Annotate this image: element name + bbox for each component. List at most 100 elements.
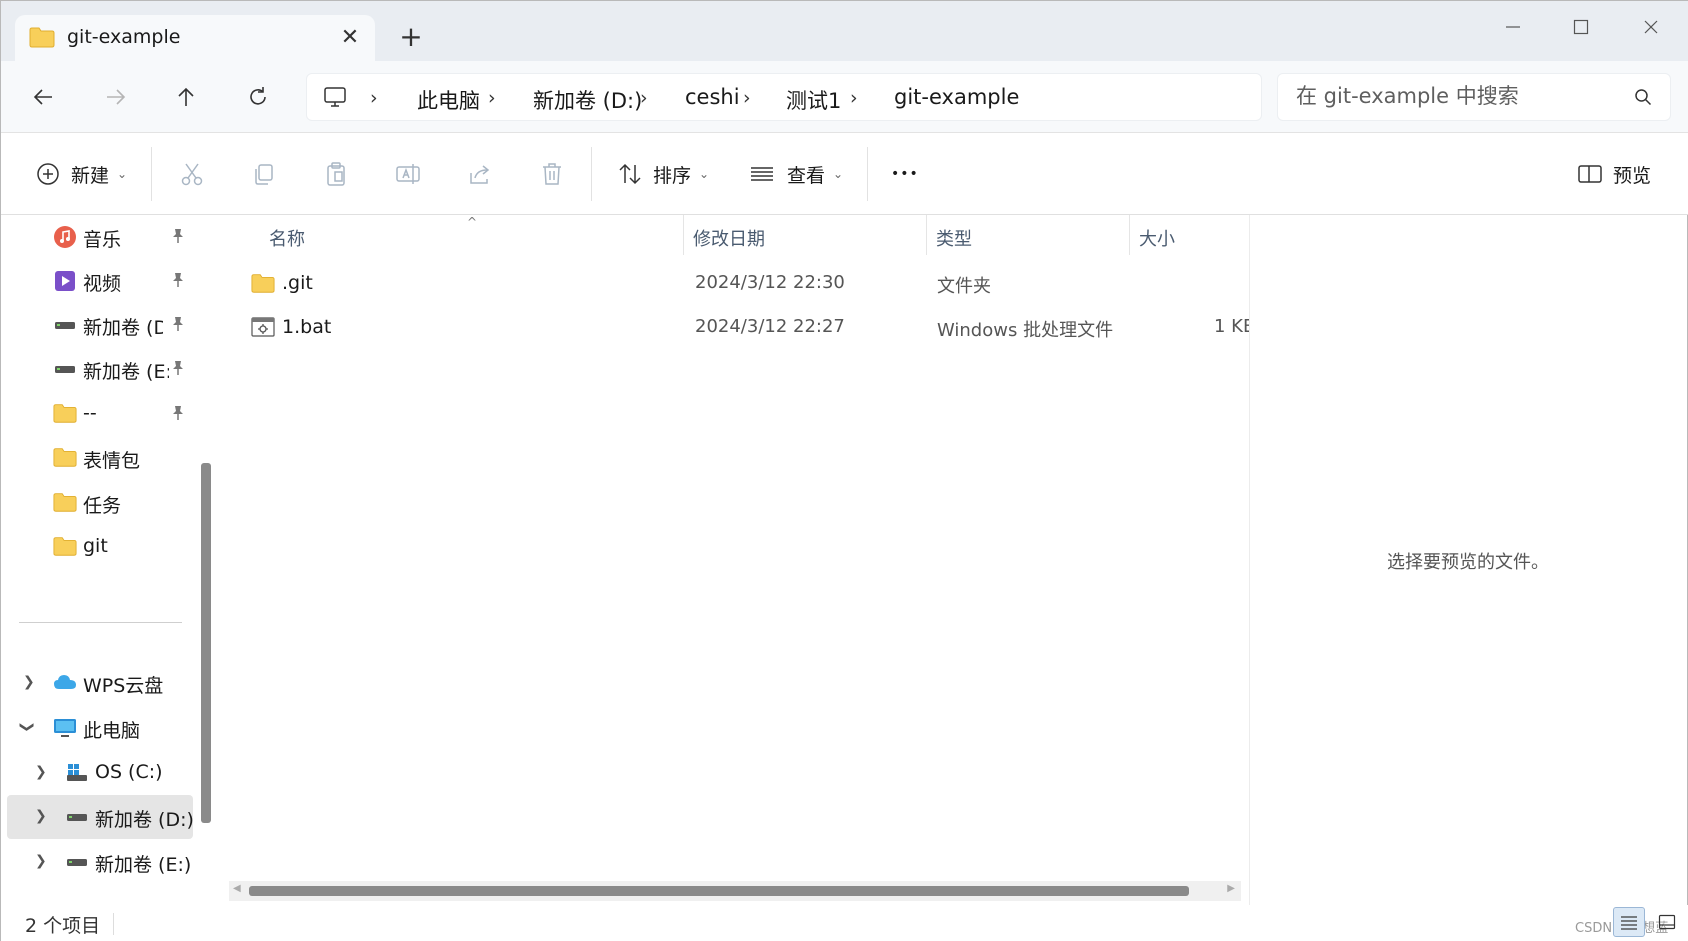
minimize-button[interactable] — [1483, 9, 1543, 45]
chevron-down-icon[interactable]: ❯ — [19, 721, 35, 733]
scrollbar-thumb[interactable] — [249, 886, 1189, 896]
folder-icon — [53, 535, 77, 559]
horizontal-scrollbar[interactable]: ◀ ▶ — [229, 881, 1241, 901]
sidebar-item-dashes[interactable]: -- — [1, 392, 201, 436]
cut-button[interactable] — [175, 153, 209, 195]
sidebar-item-label: 任务 — [83, 495, 122, 517]
chevron-right-icon[interactable]: › — [370, 87, 378, 109]
folder-icon — [29, 26, 55, 53]
trash-icon — [535, 157, 569, 191]
sidebar-item-drive-e-tree[interactable]: ❯ 新加卷 (E:) — [1, 840, 201, 884]
status-divider — [113, 913, 114, 935]
close-window-button[interactable] — [1621, 9, 1681, 45]
file-row[interactable]: 1.bat 2024/3/12 22:27 Windows 批处理文件 1 KB — [221, 305, 1249, 349]
maximize-button[interactable] — [1551, 9, 1611, 45]
sidebar-item-label: 表情包 — [83, 450, 141, 472]
search-icon[interactable] — [1634, 88, 1652, 111]
sidebar-item-wps-cloud[interactable]: ❯ WPS云盘 — [1, 661, 201, 705]
sidebar-item-git[interactable]: git — [1, 525, 201, 569]
search-box[interactable] — [1277, 73, 1671, 121]
breadcrumb-git-example[interactable]: git-example — [894, 85, 1019, 109]
chevron-down-icon: ⌄ — [833, 167, 844, 181]
share-button[interactable] — [463, 153, 497, 195]
preview-pane: 选择要预览的文件。 — [1250, 215, 1687, 905]
column-header-name[interactable]: 名称 — [269, 225, 305, 251]
drive-icon — [65, 850, 89, 874]
chevron-right-icon[interactable]: ❯ — [35, 764, 47, 780]
refresh-button[interactable] — [238, 77, 278, 117]
chevron-right-icon[interactable]: ❯ — [23, 674, 35, 690]
sidebar-item-os-c[interactable]: ❯ OS (C:) — [1, 751, 201, 795]
sidebar-item-tasks[interactable]: 任务 — [1, 481, 201, 525]
folder-icon — [53, 491, 77, 515]
chevron-right-icon[interactable]: › — [488, 87, 496, 109]
scroll-left-icon[interactable]: ◀ — [233, 883, 241, 894]
column-header-date[interactable]: 修改日期 — [693, 225, 765, 251]
sort-ascending-icon: ^ — [467, 215, 478, 229]
share-icon — [463, 157, 497, 191]
sidebar-item-drive-d-tree[interactable]: ❯ 新加卷 (D:) — [7, 795, 194, 839]
breadcrumb-this-pc[interactable]: 此电脑 — [417, 85, 480, 115]
sidebar-item-drive-d[interactable]: 新加卷 (D:) — [1, 303, 201, 347]
pin-icon — [171, 227, 185, 249]
back-button[interactable] — [23, 77, 63, 117]
close-tab-icon[interactable]: ✕ — [335, 23, 365, 53]
tiles-view-button[interactable] — [1651, 907, 1683, 937]
view-button[interactable]: 查看 ⌄ — [745, 153, 843, 195]
column-header-size[interactable]: 大小 — [1139, 225, 1175, 251]
breadcrumb[interactable]: › 此电脑 › 新加卷 (D:) › ceshi › 测试1 › git-exa… — [306, 73, 1262, 121]
chevron-right-icon[interactable]: › — [640, 87, 648, 109]
arrow-up-icon — [178, 87, 194, 106]
file-size: 1 KB — [1214, 316, 1249, 337]
sidebar-item-music[interactable]: 音乐 — [1, 215, 201, 259]
monitor-icon[interactable] — [323, 85, 347, 114]
new-button[interactable]: 新建 ⌄ — [31, 153, 127, 195]
chevron-right-icon[interactable]: ❯ — [35, 808, 47, 824]
sidebar-item-this-pc[interactable]: ❯ 此电脑 — [1, 706, 201, 750]
sidebar-item-video[interactable]: 视频 — [1, 259, 201, 303]
chevron-right-icon[interactable]: › — [850, 87, 858, 109]
breadcrumb-ceshi[interactable]: ceshi — [685, 85, 740, 109]
file-type: Windows 批处理文件 — [937, 320, 1114, 341]
column-divider[interactable] — [683, 215, 684, 255]
minimize-icon — [1506, 26, 1520, 28]
up-button[interactable] — [166, 77, 206, 117]
sidebar-scrollbar[interactable] — [201, 463, 211, 823]
file-name: .git — [282, 272, 313, 294]
sort-button[interactable]: 排序 ⌄ — [613, 153, 709, 195]
drive-icon — [53, 313, 77, 337]
column-header-type[interactable]: 类型 — [936, 225, 972, 251]
folder-icon — [251, 272, 275, 299]
chevron-right-icon[interactable]: › — [743, 87, 751, 109]
new-tab-button[interactable]: + — [394, 21, 428, 55]
copy-button[interactable] — [247, 153, 281, 195]
column-divider[interactable] — [926, 215, 927, 255]
details-view-button[interactable] — [1613, 907, 1645, 937]
sidebar-item-drive-e[interactable]: 新加卷 (E:) — [1, 347, 201, 391]
tab-title: git-example — [67, 26, 181, 48]
sidebar-item-emoji-pack[interactable]: 表情包 — [1, 436, 201, 480]
pin-icon — [171, 404, 185, 426]
delete-button[interactable] — [535, 153, 569, 195]
more-options-button[interactable]: ••• — [891, 153, 919, 195]
file-type: 文件夹 — [937, 276, 991, 297]
folder-icon — [53, 446, 77, 470]
chevron-right-icon[interactable]: ❯ — [35, 853, 47, 869]
file-row[interactable]: .git 2024/3/12 22:30 文件夹 — [221, 261, 1249, 305]
arrow-left-icon — [33, 89, 52, 105]
breadcrumb-drive-d[interactable]: 新加卷 (D:) — [533, 85, 642, 115]
rename-button[interactable] — [391, 153, 425, 195]
breadcrumb-test1[interactable]: 测试1 — [786, 85, 841, 115]
paste-button[interactable] — [319, 153, 353, 195]
search-input[interactable] — [1296, 84, 1616, 108]
sidebar-item-label: 音乐 — [83, 229, 122, 251]
scroll-right-icon[interactable]: ▶ — [1227, 883, 1235, 894]
preview-pane-button[interactable]: 预览 — [1573, 153, 1651, 195]
plus-circle-icon — [31, 157, 65, 191]
pin-icon — [171, 315, 185, 337]
refresh-icon — [250, 87, 266, 105]
rename-icon — [391, 157, 425, 191]
tab-git-example[interactable]: git-example ✕ — [15, 15, 375, 61]
column-divider[interactable] — [1129, 215, 1130, 255]
forward-button[interactable] — [96, 77, 136, 117]
